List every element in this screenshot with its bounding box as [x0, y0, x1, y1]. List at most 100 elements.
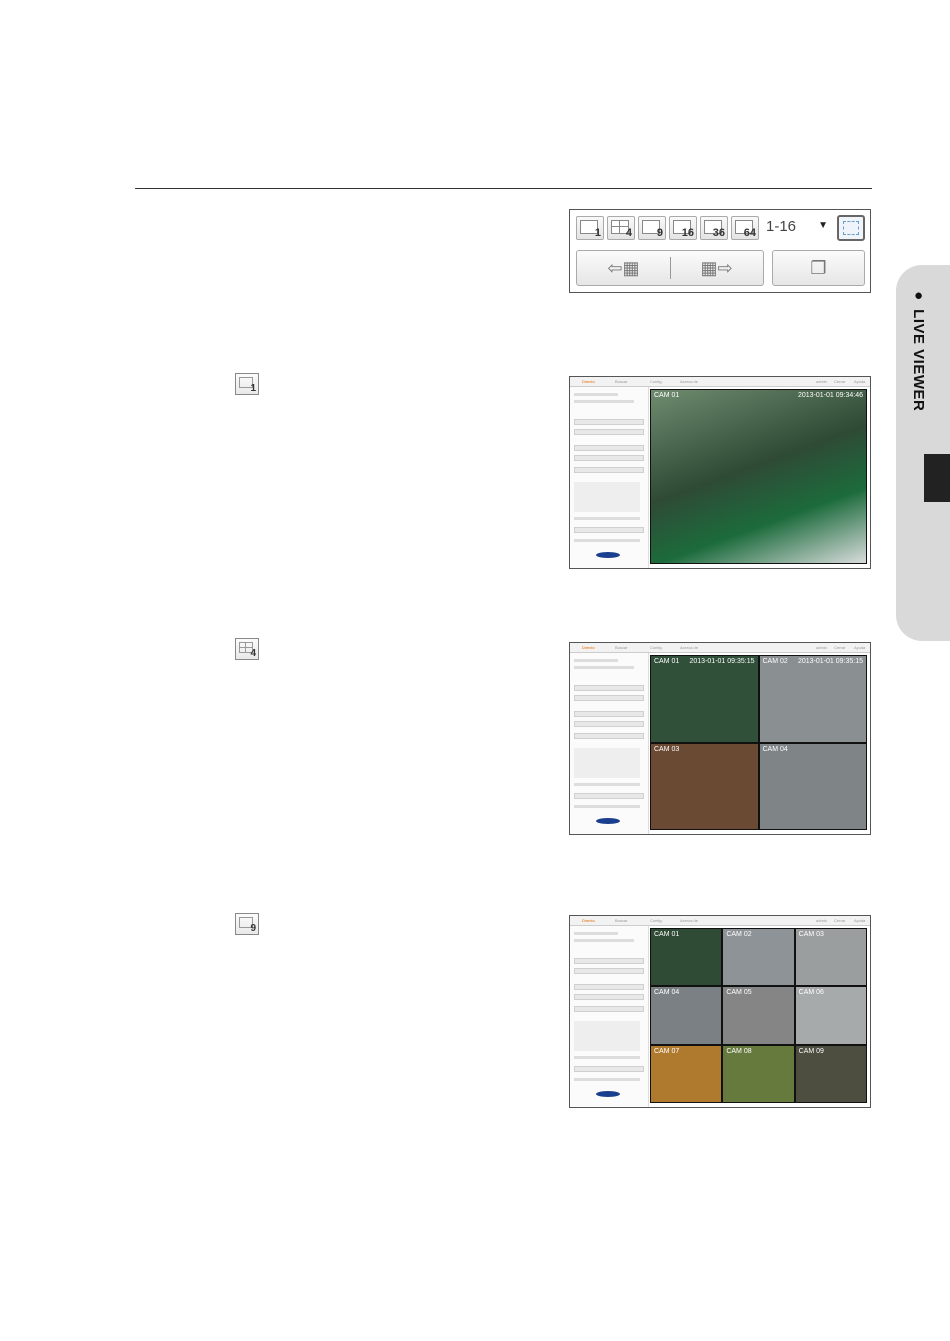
menu-about: Acerca de — [680, 645, 699, 650]
split-16-label: 16 — [681, 227, 694, 239]
split-1-label: 1 — [594, 227, 601, 239]
split-16-button[interactable]: 16 — [669, 216, 697, 240]
cam-label: CAM 09 — [798, 1047, 824, 1055]
screenshot-quad-view: Directo Buscar Config. Acerca de admin C… — [569, 642, 871, 835]
page-nav-group: ⇦▦ ▦⇨ — [576, 250, 764, 286]
video-cell: CAM 01 — [650, 928, 723, 987]
video-cell: CAM 01 2013-01-01 09:35:15 — [650, 655, 759, 743]
menu-about: Acerca de — [680, 918, 699, 923]
panel-button-row — [574, 721, 644, 727]
menu-logout: Cerrar — [834, 918, 846, 923]
video-cell: CAM 08 — [722, 1044, 795, 1103]
screenshot-menu-bar: Directo Buscar Config. Acerca de admin C… — [570, 916, 870, 926]
cam-label: CAM 08 — [726, 1047, 752, 1055]
cam-label: CAM 01 — [654, 658, 680, 665]
split-9-button[interactable]: 9 — [638, 216, 666, 240]
menu-help: Ayuda — [854, 379, 866, 384]
video-cell: CAM 01 2013-01-01 09:34:46 — [650, 389, 867, 564]
menu-live: Directo — [582, 379, 595, 384]
split-4-step-icon: 4 — [235, 638, 259, 660]
panel-line — [574, 1078, 640, 1081]
video-cell: CAM 09 — [794, 1044, 867, 1103]
cam-label: CAM 01 — [654, 931, 680, 938]
screenshot-menu-bar: Directo Buscar Config. Acerca de admin C… — [570, 377, 870, 387]
step-9-number: 9 — [250, 923, 256, 934]
auto-sequence-button[interactable]: ❐ — [772, 250, 865, 286]
sequence-icon: ❐ — [810, 258, 827, 278]
screenshot-single-view: Directo Buscar Config. Acerca de admin C… — [569, 376, 871, 569]
menu-setup: Config. — [650, 918, 663, 923]
channel-select[interactable]: 1-16 ▼ — [762, 216, 834, 240]
video-cell: CAM 04 — [650, 986, 723, 1045]
screenshot-left-panel — [570, 926, 649, 1107]
panel-button-row — [574, 419, 644, 425]
screenshot-video-area: CAM 01 CAM 02 CAM 03 CAM 04 CAM 05 CAM 06 CAM … — [650, 928, 867, 1103]
menu-logout: Cerrar — [834, 645, 846, 650]
side-tab: ● LIVE VIEWER — [896, 265, 950, 641]
panel-slider — [574, 783, 640, 786]
step-1-number: 1 — [250, 383, 256, 394]
cam-label: CAM 04 — [654, 989, 680, 997]
menu-search: Buscar — [615, 645, 628, 650]
split-1-button[interactable]: 1 — [576, 216, 604, 240]
video-cell: CAM 07 — [650, 1044, 723, 1103]
next-page-button[interactable]: ▦⇨ — [670, 251, 763, 285]
split-36-button[interactable]: 36 — [700, 216, 728, 240]
next-page-icon: ▦⇨ — [700, 258, 733, 278]
menu-search: Buscar — [615, 379, 628, 384]
cam-timestamp: 2013-01-01 09:35:15 — [689, 658, 755, 665]
menu-setup: Config. — [650, 645, 663, 650]
panel-slider — [574, 1056, 640, 1059]
cam-label: CAM 02 — [762, 658, 788, 665]
cam-timestamp: 2013-01-01 09:34:46 — [798, 392, 863, 399]
panel-line — [574, 939, 634, 942]
menu-user: admin — [816, 379, 827, 384]
split-toolbar: 1 4 9 16 36 64 1-16 ▼ ⇦▦ ▦⇨ ❐ — [569, 209, 871, 293]
chevron-down-icon: ▼ — [818, 220, 828, 231]
top-rule — [135, 188, 872, 189]
menu-setup: Config. — [650, 379, 663, 384]
cam-timestamp: 2013-01-01 09:35:15 — [798, 658, 863, 665]
split-64-button[interactable]: 64 — [731, 216, 759, 240]
prev-page-button[interactable]: ⇦▦ — [577, 251, 670, 285]
panel-button-row — [574, 984, 644, 990]
side-tab-label: ● LIVE VIEWER — [910, 287, 927, 412]
video-cell: CAM 05 — [722, 986, 795, 1045]
menu-about: Acerca de — [680, 379, 699, 384]
panel-button-row — [574, 711, 644, 717]
panel-button-row — [574, 429, 644, 435]
video-cell: CAM 04 — [758, 742, 867, 830]
step-4-number: 4 — [250, 648, 256, 659]
menu-help: Ayuda — [854, 918, 866, 923]
channel-select-value: 1-16 — [766, 218, 797, 235]
video-cell: CAM 02 2013-01-01 09:35:15 — [758, 655, 867, 743]
samsung-logo-icon — [596, 552, 620, 558]
menu-user: admin — [816, 645, 827, 650]
split-4-button[interactable]: 4 — [607, 216, 635, 240]
panel-button-row — [574, 733, 644, 739]
split-1-step-icon: 1 — [235, 373, 259, 395]
split-4-label: 4 — [625, 227, 632, 239]
video-cell: CAM 03 — [794, 928, 867, 987]
ptz-area — [574, 748, 640, 778]
panel-button-row — [574, 445, 644, 451]
panel-line — [574, 400, 634, 403]
panel-button-row — [574, 685, 644, 691]
panel-button-row — [574, 695, 644, 701]
video-cell: CAM 03 — [650, 742, 759, 830]
fullscreen-button[interactable] — [837, 215, 865, 241]
panel-line — [574, 393, 618, 396]
screenshot-video-area: CAM 01 2013-01-01 09:34:46 — [650, 389, 867, 564]
panel-button-row — [574, 527, 644, 533]
menu-search: Buscar — [615, 918, 628, 923]
panel-button-row — [574, 968, 644, 974]
screenshot-left-panel — [570, 387, 649, 568]
side-tab-marker — [924, 454, 950, 502]
ptz-area — [574, 1021, 640, 1051]
prev-page-icon: ⇦▦ — [607, 258, 640, 278]
menu-help: Ayuda — [854, 645, 866, 650]
panel-line — [574, 659, 618, 662]
cam-label: CAM 01 — [654, 392, 680, 399]
cam-label: CAM 03 — [654, 745, 680, 753]
split-9-label: 9 — [656, 227, 663, 239]
